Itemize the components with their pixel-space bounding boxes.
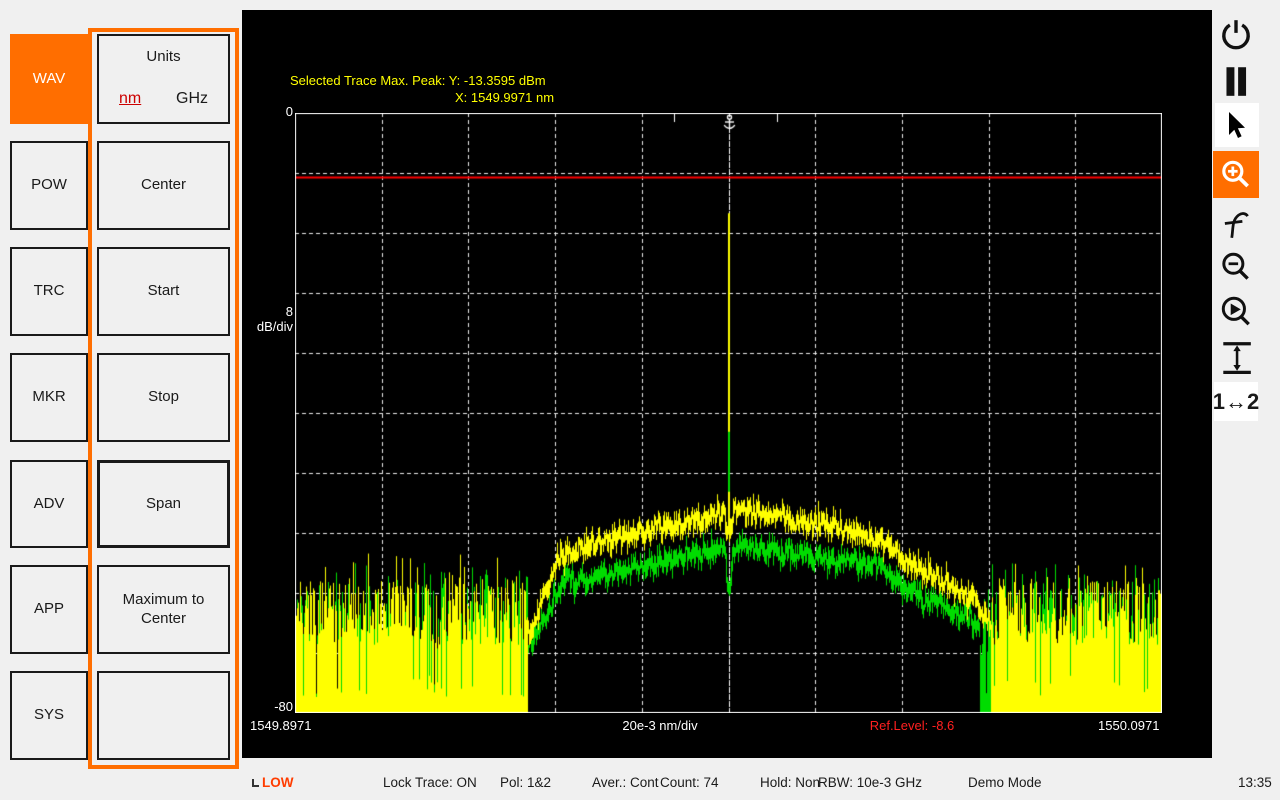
empty-submenu-button[interactable] [97,671,230,760]
status-rbw: RBW: 10e-3 GHz [818,775,922,790]
zoom-out-button[interactable] [1211,245,1261,291]
level-corner-icon [252,779,259,787]
center-button[interactable]: Center [97,141,230,230]
maximum-to-center-button[interactable]: Maximum to Center [97,565,230,654]
peak-readout-line1: Selected Trace Max. Peak: Y: -13.3595 dB… [290,73,546,88]
menu-item-label: TRC [34,282,65,301]
zoom-to-peak-button[interactable] [1211,200,1261,246]
zoom-reset-icon [1218,294,1254,330]
status-demo-mode: Demo Mode [968,775,1042,790]
start-button[interactable]: Start [97,247,230,336]
menu-item-label: MKR [32,388,65,407]
low-label: LOW [262,775,294,790]
zoom-out-icon [1218,250,1254,286]
span-button[interactable]: Span [97,460,230,548]
menu-item-sys[interactable]: SYS [10,671,88,760]
status-polarization: Pol: 1&2 [500,775,551,790]
power-icon [1218,17,1254,53]
button-label: Stop [148,388,179,407]
unit-option-ghz[interactable]: GHz [176,89,208,109]
y-axis-div-unit: dB/div [244,319,293,334]
low-level-indicator: LOW [252,775,294,790]
menu-item-adv[interactable]: ADV [10,460,88,548]
button-label: Span [146,495,181,514]
button-label: Maximum to Center [99,591,228,629]
ref-level-label: Ref.Level: -8.6 [842,718,982,733]
button-label: Start [148,282,180,301]
stop-button[interactable]: Stop [97,353,230,442]
menu-item-mkr[interactable]: MKR [10,353,88,442]
units-title: Units [146,48,180,67]
units-button[interactable]: Units nm GHz [97,34,230,124]
zoom-to-peak-icon [1218,205,1254,241]
x-axis-start-label: 1549.8971 [250,718,311,733]
compare-traces-button[interactable]: 1↔2 [1214,382,1258,421]
unit-option-nm[interactable]: nm [119,89,141,109]
x-axis-end-label: 1550.0971 [1098,718,1159,733]
menu-item-label: ADV [34,495,65,514]
zoom-in-icon [1218,157,1254,193]
spectrum-plot[interactable] [295,113,1162,713]
button-label: Center [141,176,186,195]
menu-item-pow[interactable]: POW [10,141,88,230]
pause-button[interactable] [1211,58,1261,104]
zoom-reset-button[interactable] [1211,289,1261,335]
status-bar: LOW Lock Trace: ON Pol: 1&2 Aver.: Cont … [0,765,1280,800]
menu-item-label: POW [31,176,67,195]
compare-traces-label: 1↔2 [1213,389,1259,415]
menu-item-label: APP [34,600,64,619]
zoom-in-tool-button[interactable] [1213,151,1259,198]
peak-readout-line2: X: 1549.9971 nm [455,90,554,105]
y-axis-div-value: 8 [267,304,293,319]
status-count: Count: 74 [660,775,719,790]
status-hold: Hold: Non [760,775,820,790]
menu-item-label: WAV [33,70,66,89]
menu-item-app[interactable]: APP [10,565,88,654]
y-axis-top-label: 0 [267,104,293,119]
cursor-tool-button[interactable] [1215,103,1259,147]
fit-vertical-icon [1218,339,1254,375]
x-axis-div-label: 20e-3 nm/div [590,718,730,733]
menu-item-trc[interactable]: TRC [10,247,88,336]
power-button[interactable] [1211,12,1261,58]
clock: 13:35 [1238,775,1272,790]
menu-item-wav[interactable]: WAV [10,34,88,124]
instrument-display: Selected Trace Max. Peak: Y: -13.3595 dB… [242,10,1212,758]
y-axis-bottom-label: -80 [260,699,293,714]
pause-icon [1218,63,1254,99]
status-averaging: Aver.: Cont [592,775,659,790]
status-lock-trace: Lock Trace: ON [383,775,477,790]
cursor-icon [1220,108,1254,142]
fit-vertical-button[interactable] [1211,334,1261,380]
menu-item-label: SYS [34,706,64,725]
